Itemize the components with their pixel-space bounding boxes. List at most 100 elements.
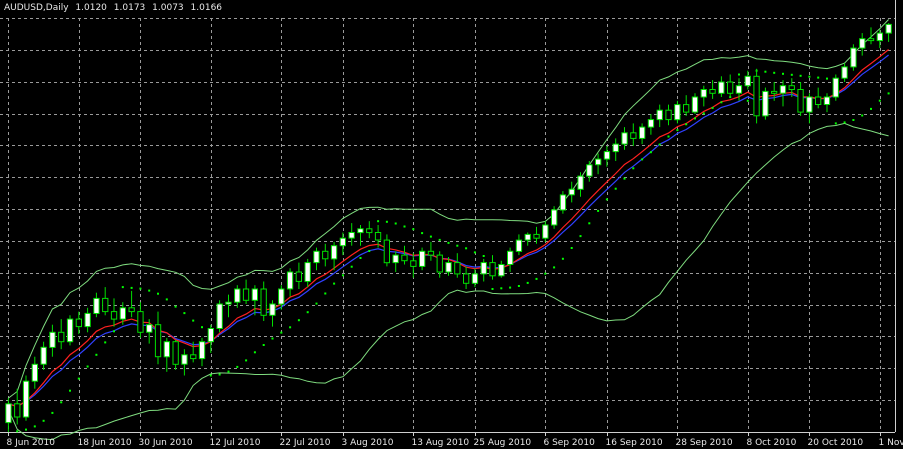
candle-body bbox=[401, 254, 408, 262]
candle-body bbox=[14, 403, 21, 418]
parabolic-sar bbox=[16, 69, 890, 433]
candle-body bbox=[445, 262, 452, 273]
sar-dot bbox=[579, 235, 582, 238]
sar-dot bbox=[517, 285, 520, 287]
candle-body bbox=[31, 363, 39, 382]
candle-body bbox=[366, 228, 373, 234]
candle-body bbox=[58, 331, 65, 343]
sar-dot bbox=[104, 341, 107, 344]
sar-dot bbox=[702, 112, 705, 115]
sar-dot bbox=[676, 129, 679, 132]
candle-body bbox=[427, 250, 435, 256]
sar-dot bbox=[482, 255, 485, 257]
candle-body bbox=[66, 318, 74, 343]
candle-body bbox=[216, 303, 223, 329]
candle-body bbox=[93, 297, 100, 314]
candle-body bbox=[374, 232, 382, 241]
sar-dot bbox=[245, 359, 248, 362]
sar-dot bbox=[711, 106, 714, 109]
sar-dot bbox=[852, 119, 855, 121]
candle-body bbox=[762, 90, 769, 117]
sar-dot bbox=[817, 76, 820, 79]
candle-body bbox=[339, 237, 347, 247]
candle-body bbox=[102, 297, 109, 313]
sar-dot bbox=[738, 73, 740, 76]
candle-body bbox=[542, 224, 549, 239]
sar-dot bbox=[588, 222, 591, 225]
sar-dot bbox=[51, 411, 54, 414]
sar-dot bbox=[597, 209, 600, 212]
candle-body bbox=[753, 75, 760, 117]
candle-body bbox=[788, 85, 795, 90]
x-tick-label: 25 Aug 2010 bbox=[474, 438, 532, 448]
candle-body bbox=[154, 324, 162, 358]
candle-body bbox=[190, 354, 197, 360]
candle-body bbox=[639, 126, 646, 139]
candle-body bbox=[392, 254, 399, 264]
candle-body bbox=[357, 228, 364, 234]
candle-body bbox=[146, 324, 153, 333]
sar-dot bbox=[412, 228, 415, 231]
x-tick-label: 8 Jun 2010 bbox=[7, 438, 56, 448]
candle-body bbox=[40, 346, 47, 365]
sar-dot bbox=[834, 122, 837, 125]
x-tick-label: 12 Jul 2010 bbox=[210, 438, 261, 448]
candle-body bbox=[128, 307, 135, 313]
candle-body bbox=[850, 47, 857, 68]
sar-dot bbox=[658, 143, 661, 146]
candle-body bbox=[436, 254, 443, 273]
sar-dot bbox=[42, 419, 45, 422]
sar-dot bbox=[113, 330, 115, 333]
candle-body bbox=[260, 288, 267, 316]
sar-dot bbox=[227, 370, 230, 373]
candle-body bbox=[269, 303, 276, 316]
sar-dot bbox=[561, 257, 564, 260]
sar-dot bbox=[377, 220, 380, 223]
sar-dot bbox=[60, 401, 63, 404]
sar-dot bbox=[544, 272, 547, 275]
candle-body bbox=[137, 311, 144, 333]
candle-body bbox=[5, 403, 12, 424]
candle-body bbox=[498, 264, 505, 277]
x-tick-label: 6 Sep 2010 bbox=[544, 438, 596, 448]
candle-body bbox=[674, 104, 681, 121]
sar-dot bbox=[385, 220, 388, 223]
sar-dot bbox=[861, 114, 864, 117]
sar-dot bbox=[157, 292, 159, 295]
candle-body bbox=[568, 188, 575, 196]
candle-body bbox=[683, 104, 690, 113]
candle-body bbox=[586, 164, 593, 177]
sar-dot bbox=[887, 92, 890, 95]
sar-dot bbox=[500, 287, 503, 290]
sar-dot bbox=[69, 389, 71, 392]
candle-body bbox=[709, 89, 716, 94]
chart-window[interactable]: 8 Jun 2010 18 Jun 2010 30 Jun 2010 12 Jul 2… bbox=[0, 0, 903, 449]
candle-body bbox=[322, 250, 329, 260]
candle-body bbox=[735, 85, 743, 94]
sar-dot bbox=[324, 292, 327, 295]
candle-body bbox=[551, 209, 558, 226]
candle-body bbox=[885, 23, 892, 34]
sar-dot bbox=[218, 373, 221, 376]
ohlc-high: 1.0173 bbox=[113, 3, 146, 13]
price-chart[interactable]: 8 Jun 2010 18 Jun 2010 30 Jun 2010 12 Jul 2… bbox=[0, 0, 903, 449]
candle-body bbox=[647, 119, 655, 128]
candle-body bbox=[348, 232, 355, 239]
sar-dot bbox=[764, 70, 767, 73]
sar-dot bbox=[403, 225, 406, 228]
sar-dot bbox=[236, 365, 239, 368]
sar-dot bbox=[77, 377, 80, 380]
sar-dot bbox=[289, 326, 292, 329]
sar-dot bbox=[421, 232, 424, 235]
candle-body bbox=[286, 271, 294, 290]
sar-dot bbox=[262, 344, 265, 346]
candle-body bbox=[859, 38, 866, 49]
ohlc-low: 1.0073 bbox=[152, 3, 184, 13]
sar-dot bbox=[790, 73, 793, 76]
sar-dot bbox=[33, 425, 36, 428]
x-axis: 8 Jun 2010 18 Jun 2010 30 Jun 2010 12 Jul 2… bbox=[7, 432, 903, 448]
ohlc-open: 1.0120 bbox=[75, 3, 107, 13]
sar-dot bbox=[843, 121, 846, 124]
sar-dot bbox=[280, 331, 283, 334]
sar-dot bbox=[667, 135, 670, 138]
